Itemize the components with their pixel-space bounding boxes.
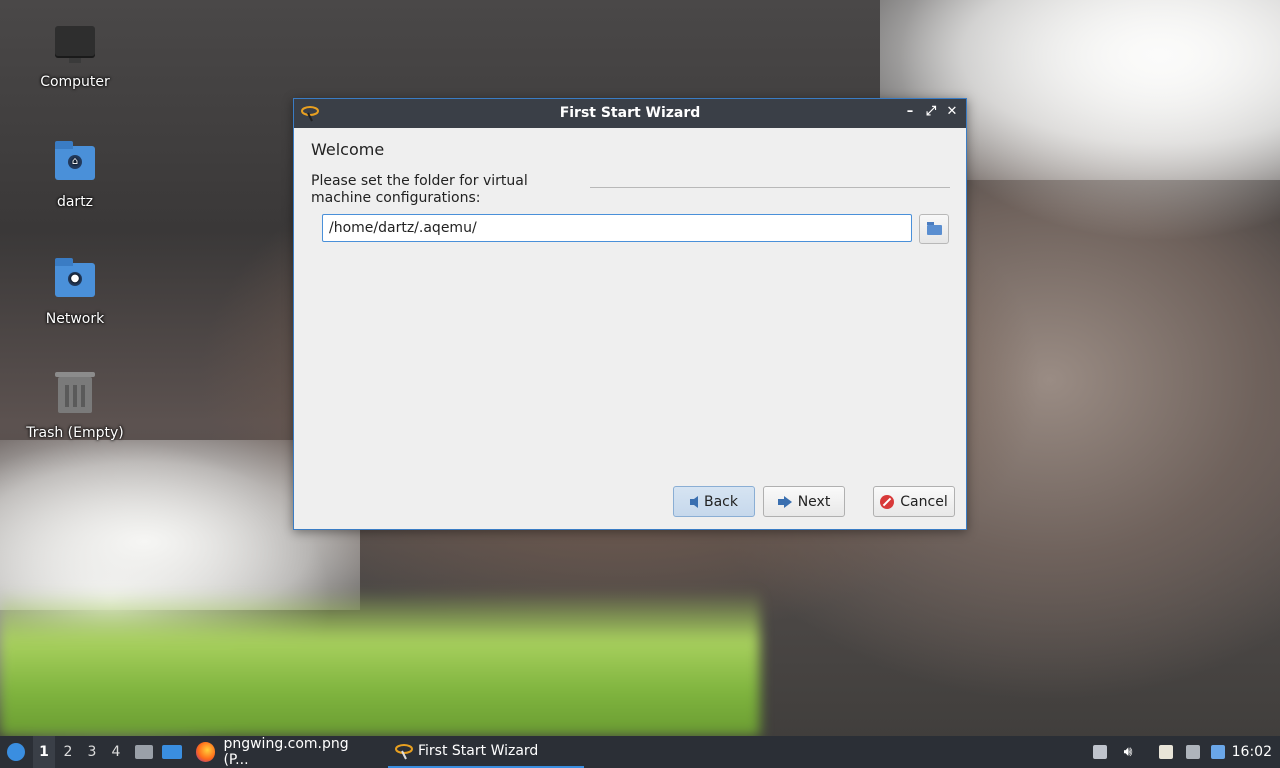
browse-folder-button[interactable] [919, 214, 949, 244]
volume-icon: 🔊︎ [1123, 744, 1133, 760]
notification-icon [1211, 745, 1225, 759]
desktop-icon-label: Network [45, 311, 105, 327]
computer-icon [53, 26, 97, 70]
network-tray[interactable] [1184, 736, 1202, 768]
task-firefox[interactable]: pngwing.com.png (P... [190, 736, 380, 768]
back-button[interactable]: Back [673, 486, 755, 517]
arrow-left-icon [690, 495, 698, 508]
folder-icon [927, 222, 942, 235]
volume-control[interactable]: 🔊︎ [1119, 736, 1137, 768]
task-label: First Start Wizard [418, 743, 539, 759]
desktop-icon [162, 745, 182, 759]
close-icon[interactable]: ✕ [944, 104, 960, 120]
minimize-icon[interactable]: – [902, 104, 918, 120]
folder-path-input[interactable] [322, 214, 912, 242]
network-folder-icon: ● [53, 258, 97, 307]
file-manager-launcher[interactable] [132, 736, 156, 768]
firefox-icon [196, 742, 216, 762]
trash-icon [53, 372, 97, 421]
start-menu-icon [7, 743, 25, 761]
desktop-icon-label: dartz [56, 194, 94, 210]
workspace-3[interactable]: 3 [81, 736, 103, 768]
workspace-2[interactable]: 2 [57, 736, 79, 768]
taskbar: 1 2 3 4 pngwing.com.png (P... First Star… [0, 736, 1280, 768]
wallpaper-grass [0, 590, 760, 736]
task-first-start-wizard[interactable]: First Start Wizard [388, 736, 584, 768]
aqemu-icon [395, 744, 413, 760]
show-desktop-launcher[interactable] [160, 736, 184, 768]
workspace-4[interactable]: 4 [105, 736, 127, 768]
next-button-label: Next [797, 493, 831, 510]
desktop-icon-network[interactable]: ● Network [15, 257, 135, 327]
desktop-icon-trash[interactable]: Trash (Empty) [15, 372, 135, 441]
home-folder-icon: ⌂ [53, 141, 97, 190]
desktop-icon-home[interactable]: ⌂ dartz [15, 140, 135, 210]
cancel-icon [880, 494, 895, 509]
clock[interactable]: 16:02 [1232, 736, 1272, 768]
network-icon [1186, 745, 1200, 759]
cancel-button[interactable]: Cancel [873, 486, 955, 517]
section-divider [590, 187, 950, 188]
window-titlebar[interactable]: First Start Wizard – ⤢ ✕ [294, 99, 966, 128]
next-button[interactable]: Next [763, 486, 845, 517]
task-label: pngwing.com.png (P... [223, 736, 349, 768]
chevron-up-icon [1093, 745, 1107, 759]
page-title: Welcome [311, 140, 385, 159]
window-title: First Start Wizard [559, 105, 701, 121]
file-manager-icon [135, 745, 153, 759]
notification-tray[interactable] [1209, 736, 1227, 768]
folder-section-label: Please set the folder for virtual machin… [311, 173, 528, 206]
clipboard-tray[interactable] [1157, 736, 1175, 768]
first-start-wizard-window: First Start Wizard – ⤢ ✕ Welcome Please … [293, 98, 967, 530]
tray-expand[interactable] [1091, 736, 1109, 768]
workspace-1[interactable]: 1 [33, 736, 55, 768]
start-menu-button[interactable] [4, 736, 28, 768]
clipboard-icon [1159, 745, 1173, 759]
maximize-icon[interactable]: ⤢ [923, 104, 939, 120]
back-button-label: Back [704, 493, 738, 510]
cancel-button-label: Cancel [900, 493, 948, 510]
desktop-icon-computer[interactable]: Computer [15, 22, 135, 90]
arrow-right-icon [777, 495, 792, 508]
wizard-content: Welcome Please set the folder for virtua… [294, 128, 966, 529]
desktop-icon-label: Trash (Empty) [26, 425, 124, 441]
desktop-icon-label: Computer [40, 74, 110, 90]
